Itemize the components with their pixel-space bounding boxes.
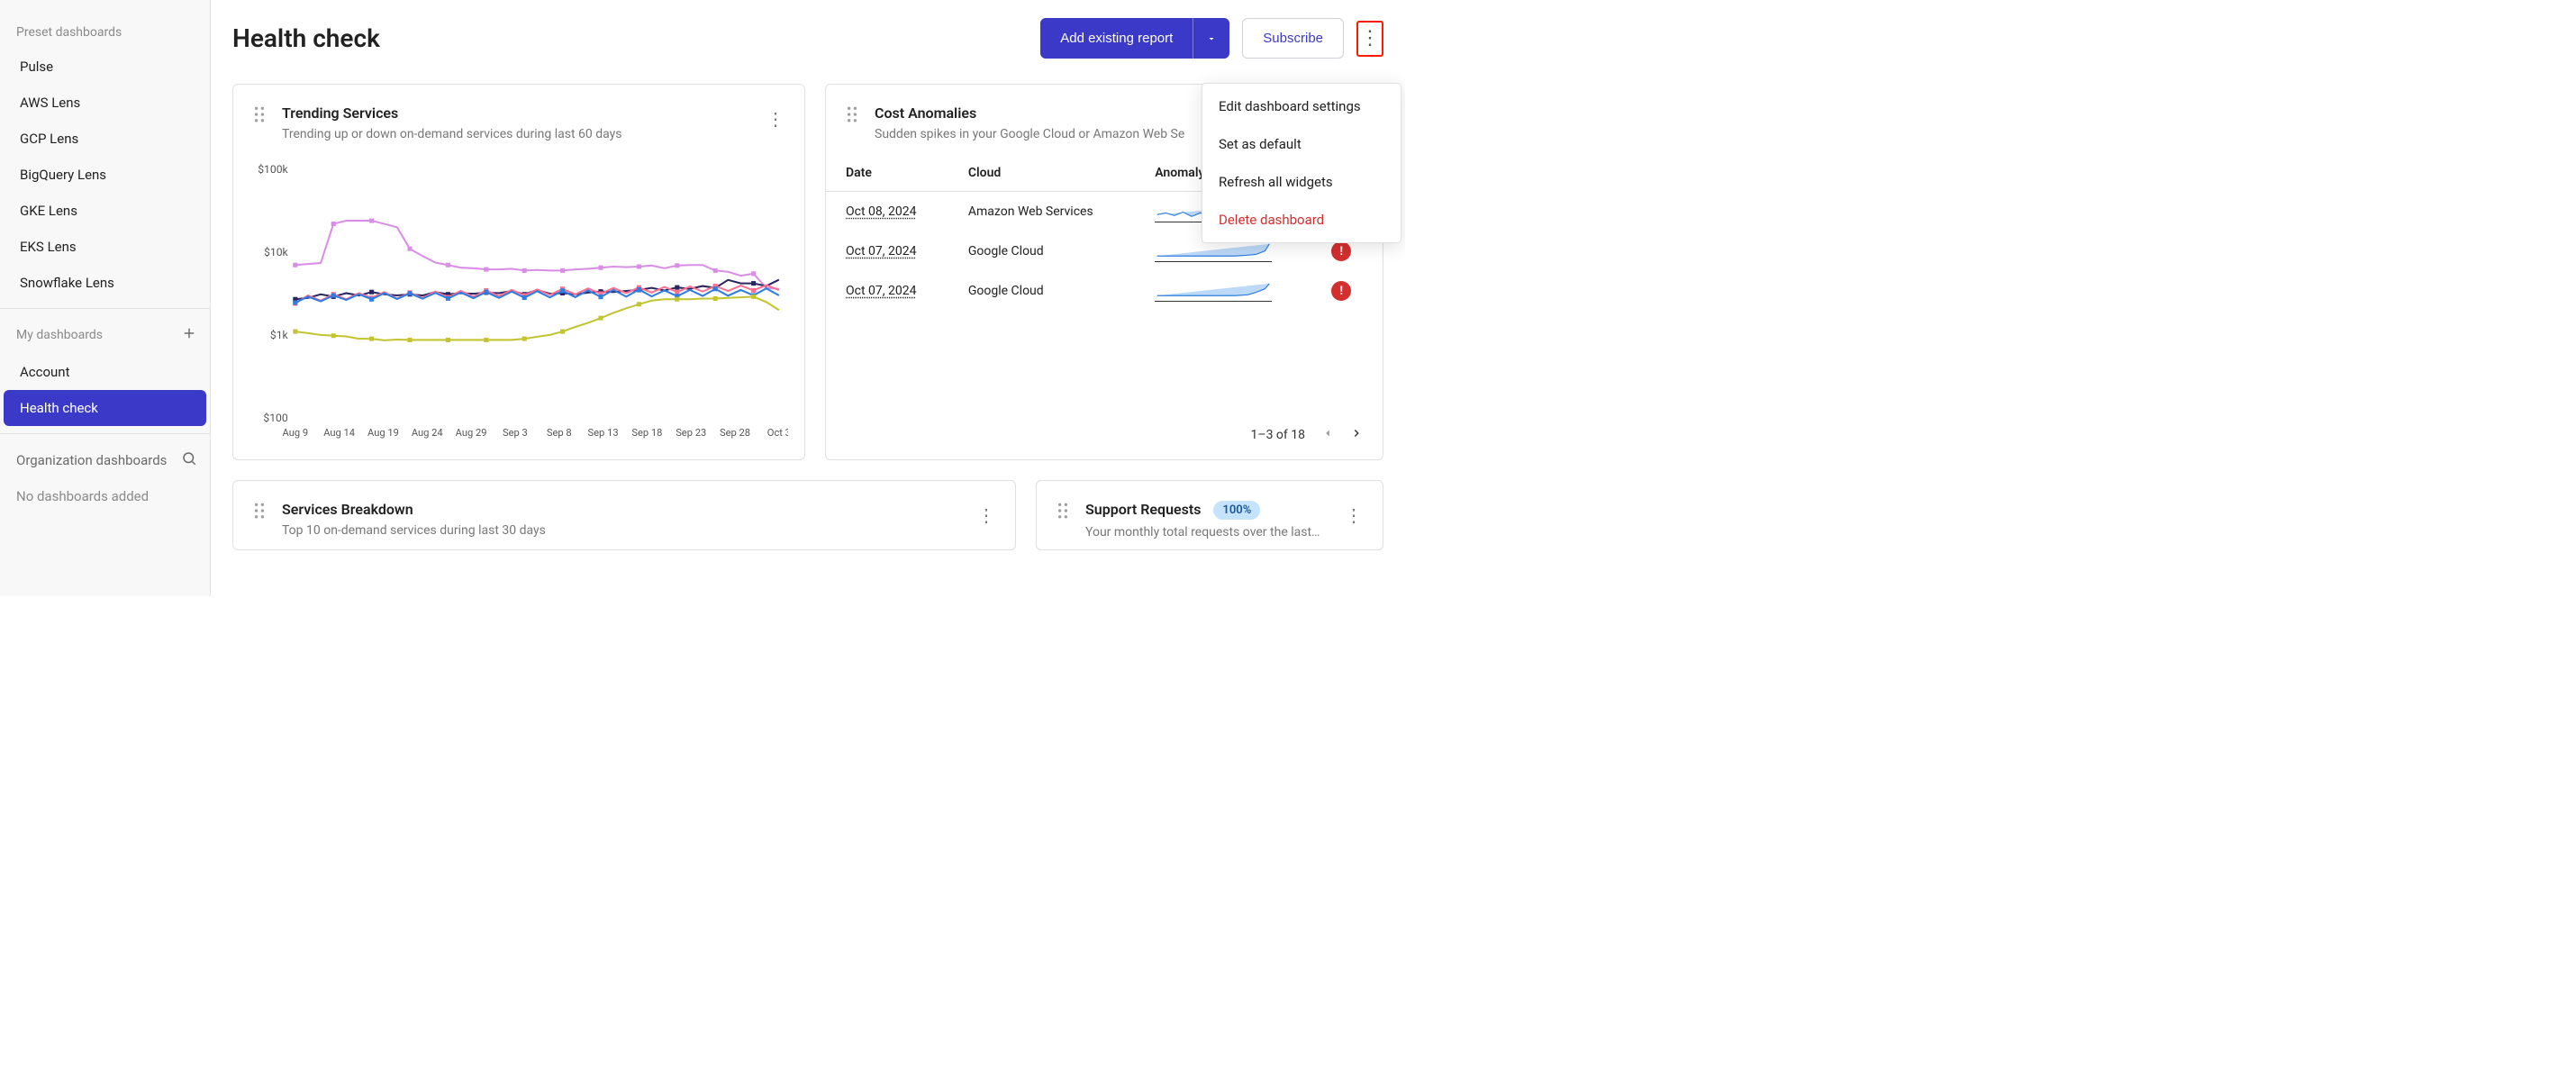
anomaly-date[interactable]: Oct 07, 2024 — [846, 284, 916, 298]
page-title: Health check — [232, 23, 380, 53]
col-date: Date — [826, 155, 968, 192]
support-options-button[interactable] — [1345, 501, 1363, 526]
anomalies-pager: 1–3 of 18 — [826, 411, 1383, 459]
sidebar-item-gcp-lens[interactable]: GCP Lens — [4, 121, 206, 157]
breakdown-title: Services Breakdown — [282, 501, 961, 518]
pager-prev-button[interactable] — [1321, 427, 1334, 443]
drag-handle-icon[interactable] — [1057, 501, 1069, 519]
svg-text:Aug 14: Aug 14 — [323, 427, 355, 439]
cards-row-2: Services Breakdown Top 10 on-demand serv… — [232, 480, 1383, 550]
sidebar-item-eks-lens[interactable]: EKS Lens — [4, 229, 206, 265]
critical-icon — [1331, 281, 1351, 301]
svg-text:Sep 23: Sep 23 — [676, 427, 706, 439]
svg-text:Sep 3: Sep 3 — [503, 427, 528, 439]
subscribe-button[interactable]: Subscribe — [1242, 18, 1344, 59]
svg-text:Sep 8: Sep 8 — [547, 427, 572, 439]
my-dashboards-label: My dashboards — [16, 328, 103, 342]
anomaly-sparkline — [1155, 271, 1331, 311]
svg-text:Oct 3: Oct 3 — [767, 427, 788, 439]
col-cloud: Cloud — [968, 155, 1155, 192]
breakdown-subtitle: Top 10 on-demand services during last 30… — [282, 523, 961, 538]
page-header: Health check Add existing report Subscri… — [232, 18, 1383, 59]
org-empty-text: No dashboards added — [0, 479, 210, 513]
anomaly-cloud: Google Cloud — [968, 271, 1155, 311]
sidebar-item-gke-lens[interactable]: GKE Lens — [4, 193, 206, 229]
support-title: Support Requests 100% — [1085, 501, 1329, 520]
svg-text:$100: $100 — [263, 412, 287, 424]
menu-set-default[interactable]: Set as default — [1202, 125, 1401, 163]
menu-edit-settings[interactable]: Edit dashboard settings — [1202, 87, 1401, 125]
svg-text:Aug 29: Aug 29 — [456, 427, 487, 439]
sidebar: Preset dashboards PulseAWS LensGCP LensB… — [0, 0, 211, 596]
svg-text:$1k: $1k — [270, 329, 289, 341]
svg-text:Aug 19: Aug 19 — [367, 427, 399, 439]
anomaly-status — [1331, 271, 1383, 311]
sidebar-item-bigquery-lens[interactable]: BigQuery Lens — [4, 157, 206, 193]
sidebar-item-snowflake-lens[interactable]: Snowflake Lens — [4, 265, 206, 301]
sidebar-item-account[interactable]: Account — [4, 354, 206, 390]
sidebar-item-pulse[interactable]: Pulse — [4, 49, 206, 85]
support-title-text: Support Requests — [1085, 501, 1201, 518]
breakdown-options-button[interactable] — [977, 501, 995, 526]
trending-title: Trending Services — [282, 104, 750, 122]
dashboard-options-button[interactable] — [1356, 21, 1383, 57]
kebab-icon — [1360, 29, 1380, 49]
main: Health check Add existing report Subscri… — [211, 0, 1405, 596]
trending-chart: $100k $10k $1k $100 Aug 9 Aug 14 Aug 19 Aug 24 A… — [233, 155, 804, 459]
drag-handle-icon[interactable] — [253, 104, 266, 122]
anomaly-cloud: Amazon Web Services — [968, 192, 1155, 232]
header-actions: Add existing report Subscribe — [1040, 18, 1383, 59]
my-dashboards-header: My dashboards — [0, 309, 210, 354]
critical-icon — [1331, 241, 1351, 261]
menu-refresh-all[interactable]: Refresh all widgets — [1202, 163, 1401, 201]
support-requests-card: Support Requests 100% Your monthly total… — [1036, 480, 1383, 550]
trending-options-button[interactable] — [766, 104, 785, 130]
anomaly-date[interactable]: Oct 08, 2024 — [846, 204, 916, 219]
add-report-group: Add existing report — [1040, 18, 1229, 59]
svg-text:$100k: $100k — [258, 163, 288, 176]
sidebar-item-health-check[interactable]: Health check — [4, 390, 206, 426]
services-breakdown-card: Services Breakdown Top 10 on-demand serv… — [232, 480, 1016, 550]
add-existing-report-button[interactable]: Add existing report — [1040, 18, 1193, 59]
table-row: Oct 07, 2024 Google Cloud — [826, 271, 1383, 311]
anomaly-date[interactable]: Oct 07, 2024 — [846, 244, 916, 258]
drag-handle-icon[interactable] — [846, 104, 858, 122]
trending-services-card: Trending Services Trending up or down on… — [232, 84, 805, 460]
add-dashboard-icon[interactable] — [181, 325, 197, 345]
dashboard-options-menu: Edit dashboard settings Set as default R… — [1202, 83, 1401, 243]
svg-text:Aug 9: Aug 9 — [283, 427, 309, 439]
trending-subtitle: Trending up or down on-demand services d… — [282, 127, 750, 141]
drag-handle-icon[interactable] — [253, 501, 266, 519]
org-dashboards-label: Organization dashboards — [16, 452, 167, 468]
svg-text:$10k: $10k — [264, 246, 288, 258]
pager-next-button[interactable] — [1350, 427, 1363, 443]
org-dashboards-header: Organization dashboards — [0, 434, 210, 479]
support-badge: 100% — [1213, 501, 1260, 520]
svg-text:Sep 18: Sep 18 — [631, 427, 662, 439]
preset-section-title: Preset dashboards — [0, 9, 210, 49]
svg-text:Aug 24: Aug 24 — [412, 427, 443, 439]
sidebar-item-aws-lens[interactable]: AWS Lens — [4, 85, 206, 121]
support-subtitle: Your monthly total requests over the las… — [1085, 525, 1329, 539]
svg-text:Sep 28: Sep 28 — [720, 427, 750, 439]
add-report-dropdown-button[interactable] — [1193, 18, 1229, 59]
pager-range: 1–3 of 18 — [1251, 428, 1305, 442]
svg-text:Sep 13: Sep 13 — [588, 427, 619, 439]
search-icon[interactable] — [181, 450, 197, 470]
menu-delete-dashboard[interactable]: Delete dashboard — [1202, 201, 1401, 239]
anomaly-cloud: Google Cloud — [968, 231, 1155, 271]
